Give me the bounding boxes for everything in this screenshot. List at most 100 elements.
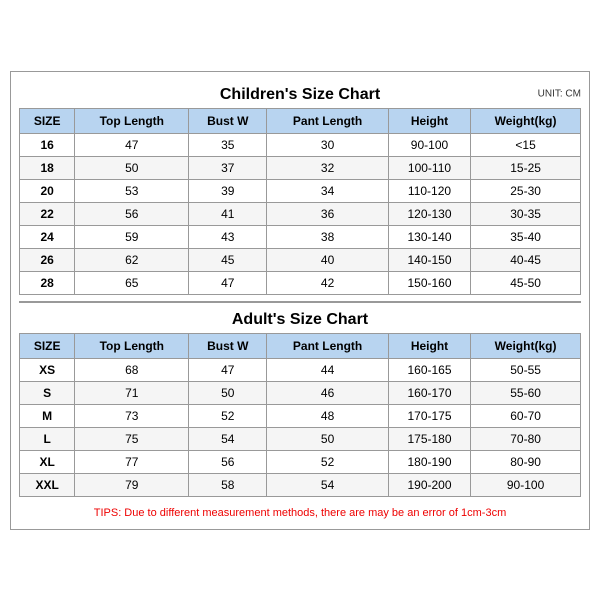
table-cell: 25-30: [471, 179, 581, 202]
table-cell: 65: [75, 271, 189, 294]
table-cell: M: [20, 404, 75, 427]
table-cell: 50: [267, 427, 389, 450]
table-cell: 43: [189, 225, 267, 248]
table-cell: 75: [75, 427, 189, 450]
table-cell: XL: [20, 450, 75, 473]
table-row: L755450175-18070-80: [20, 427, 581, 450]
table-cell: 45-50: [471, 271, 581, 294]
table-cell: 90-100: [388, 133, 470, 156]
table-cell: 45: [189, 248, 267, 271]
table-row: XL775652180-19080-90: [20, 450, 581, 473]
table-cell: 24: [20, 225, 75, 248]
adult-col-size: SIZE: [20, 333, 75, 358]
table-cell: 62: [75, 248, 189, 271]
adult-header-row: SIZE Top Length Bust W Pant Length Heigh…: [20, 333, 581, 358]
table-cell: 56: [189, 450, 267, 473]
table-cell: 34: [267, 179, 389, 202]
table-row: 20533934110-12025-30: [20, 179, 581, 202]
table-cell: 56: [75, 202, 189, 225]
table-cell: 28: [20, 271, 75, 294]
table-cell: 50: [75, 156, 189, 179]
table-cell: 50-55: [471, 358, 581, 381]
table-cell: 80-90: [471, 450, 581, 473]
table-cell: 190-200: [388, 473, 470, 496]
adult-table: SIZE Top Length Bust W Pant Length Heigh…: [19, 333, 581, 497]
table-row: XXL795854190-20090-100: [20, 473, 581, 496]
table-cell: 15-25: [471, 156, 581, 179]
table-row: 18503732100-11015-25: [20, 156, 581, 179]
col-top-length: Top Length: [75, 108, 189, 133]
adult-col-weight: Weight(kg): [471, 333, 581, 358]
table-cell: S: [20, 381, 75, 404]
table-cell: L: [20, 427, 75, 450]
table-cell: 35-40: [471, 225, 581, 248]
table-cell: 46: [267, 381, 389, 404]
table-cell: 50: [189, 381, 267, 404]
col-size: SIZE: [20, 108, 75, 133]
table-row: XS684744160-16550-55: [20, 358, 581, 381]
col-bust-w: Bust W: [189, 108, 267, 133]
table-row: M735248170-17560-70: [20, 404, 581, 427]
adult-col-pant-length: Pant Length: [267, 333, 389, 358]
table-cell: 36: [267, 202, 389, 225]
table-cell: 32: [267, 156, 389, 179]
table-cell: 79: [75, 473, 189, 496]
table-cell: 52: [189, 404, 267, 427]
table-cell: 59: [75, 225, 189, 248]
adult-title: Adult's Size Chart: [19, 301, 581, 333]
table-cell: 39: [189, 179, 267, 202]
table-cell: 18: [20, 156, 75, 179]
adult-col-height: Height: [388, 333, 470, 358]
unit-label: UNIT: CM: [538, 88, 581, 99]
table-cell: XXL: [20, 473, 75, 496]
table-cell: 53: [75, 179, 189, 202]
table-cell: 40: [267, 248, 389, 271]
table-cell: 47: [189, 271, 267, 294]
table-cell: 110-120: [388, 179, 470, 202]
table-row: 1647353090-100<15: [20, 133, 581, 156]
table-cell: XS: [20, 358, 75, 381]
table-cell: 20: [20, 179, 75, 202]
table-cell: 55-60: [471, 381, 581, 404]
table-cell: 77: [75, 450, 189, 473]
tips-content: TIPS: Due to different measurement metho…: [94, 507, 506, 519]
table-cell: 22: [20, 202, 75, 225]
children-title-text: Children's Size Chart: [220, 86, 380, 103]
table-cell: 48: [267, 404, 389, 427]
table-row: 26624540140-15040-45: [20, 248, 581, 271]
table-cell: 37: [189, 156, 267, 179]
table-cell: 140-150: [388, 248, 470, 271]
table-cell: 68: [75, 358, 189, 381]
table-cell: 90-100: [471, 473, 581, 496]
table-cell: 54: [267, 473, 389, 496]
table-cell: 52: [267, 450, 389, 473]
table-cell: 47: [75, 133, 189, 156]
adult-col-top-length: Top Length: [75, 333, 189, 358]
table-cell: 175-180: [388, 427, 470, 450]
col-pant-length: Pant Length: [267, 108, 389, 133]
table-cell: 71: [75, 381, 189, 404]
children-table: SIZE Top Length Bust W Pant Length Heigh…: [19, 108, 581, 295]
table-cell: 170-175: [388, 404, 470, 427]
table-cell: 40-45: [471, 248, 581, 271]
table-row: 24594338130-14035-40: [20, 225, 581, 248]
table-cell: 30: [267, 133, 389, 156]
adult-col-bust-w: Bust W: [189, 333, 267, 358]
table-cell: 130-140: [388, 225, 470, 248]
table-row: S715046160-17055-60: [20, 381, 581, 404]
children-title: Children's Size Chart UNIT: CM: [19, 80, 581, 108]
table-cell: 16: [20, 133, 75, 156]
col-height: Height: [388, 108, 470, 133]
col-weight: Weight(kg): [471, 108, 581, 133]
children-header-row: SIZE Top Length Bust W Pant Length Heigh…: [20, 108, 581, 133]
table-cell: 160-170: [388, 381, 470, 404]
table-cell: 44: [267, 358, 389, 381]
table-cell: 38: [267, 225, 389, 248]
table-cell: 120-130: [388, 202, 470, 225]
table-cell: 160-165: [388, 358, 470, 381]
size-chart-container: Children's Size Chart UNIT: CM SIZE Top …: [10, 71, 590, 530]
table-cell: 60-70: [471, 404, 581, 427]
table-cell: 30-35: [471, 202, 581, 225]
table-cell: 26: [20, 248, 75, 271]
table-cell: 42: [267, 271, 389, 294]
